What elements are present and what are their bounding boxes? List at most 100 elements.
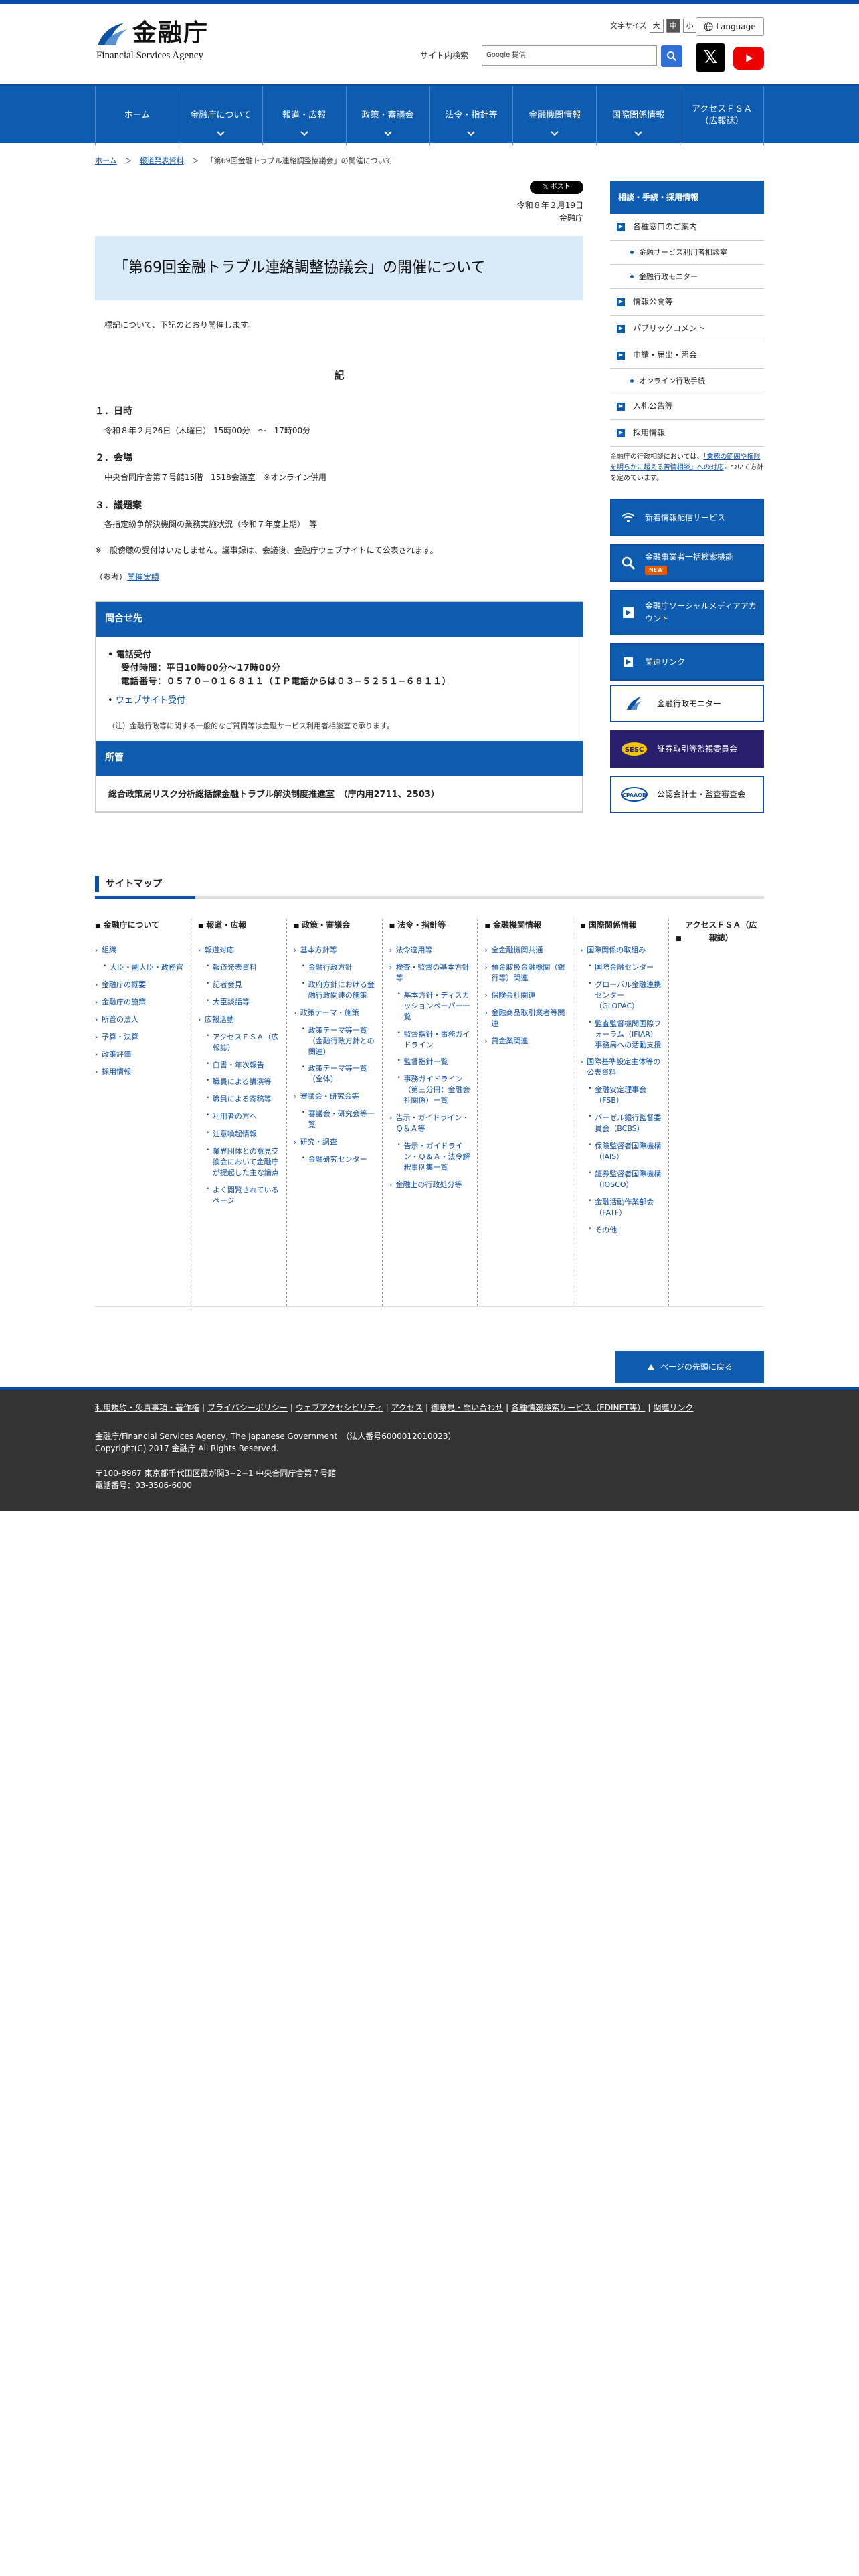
sitemap-link[interactable]: 業界団体との意見交換会において金融庁が提起した主な論点: [206, 1146, 281, 1178]
sitemap-link[interactable]: 政策テーマ等一覧（金融行政方針との関連）: [302, 1025, 377, 1057]
breadcrumb-press-releases[interactable]: 報道発表資料: [140, 156, 184, 165]
sitemap-link[interactable]: 記者会見: [206, 980, 281, 990]
sidebar-item[interactable]: 金融行政モニター: [610, 265, 764, 289]
font-size-medium-button[interactable]: 中: [666, 19, 680, 33]
footer-link[interactable]: 利用規約・免責事項・著作権: [95, 1402, 199, 1414]
gnav-item[interactable]: 金融庁について: [179, 86, 263, 145]
sitemap-link[interactable]: 金融活動作業部会（FATF）: [588, 1197, 663, 1218]
sitemap-link[interactable]: 審議会・研究会等: [294, 1091, 377, 1102]
sitemap-link[interactable]: グローバル金融連携センター（GLOPAC）: [588, 980, 663, 1012]
sitemap-link[interactable]: 政府方針における金融行政関連の施策: [302, 980, 377, 1001]
x-post-button[interactable]: 𝕏 ポスト: [530, 181, 583, 194]
sitemap-link[interactable]: 監査監督機関国際フォーラム（IFIAR）事務局への活動支援: [588, 1018, 663, 1051]
sitemap-link[interactable]: 金融商品取引業者等関連: [484, 1008, 567, 1029]
web-reception-link[interactable]: ウェブサイト受付: [116, 695, 185, 706]
sidebar-banner[interactable]: SESC 証券取引等監視委員会: [610, 730, 764, 768]
sitemap-link[interactable]: 報道対応: [198, 945, 281, 956]
sitemap-link[interactable]: 政策テーマ等一覧（全体）: [302, 1063, 377, 1085]
sitemap-link[interactable]: 保険監督者国際機構（IAIS）: [588, 1141, 663, 1162]
footer-link[interactable]: アクセス: [391, 1402, 423, 1414]
sitemap-link[interactable]: 職員による寄稿等: [206, 1094, 281, 1105]
sidebar-item[interactable]: ▶ 情報公開等: [610, 289, 764, 316]
sitemap-link[interactable]: 報道発表資料: [206, 962, 281, 973]
past-meetings-link[interactable]: 開催実績: [127, 572, 159, 582]
sitemap-link[interactable]: アクセスＦＳＡ（広報誌）: [206, 1032, 281, 1053]
sitemap-link[interactable]: その他: [588, 1225, 663, 1236]
font-size-small-button[interactable]: 小: [682, 19, 697, 33]
sitemap-link[interactable]: 大臣談話等: [206, 997, 281, 1008]
sitemap-link[interactable]: 全金融機関共通: [484, 945, 567, 956]
sitemap-link[interactable]: 政策評価: [95, 1049, 185, 1060]
gnav-item[interactable]: 国際関係情報: [597, 86, 681, 145]
sitemap-link[interactable]: 広報活動: [198, 1014, 281, 1025]
sitemap-link[interactable]: 注意喚起情報: [206, 1129, 281, 1140]
footer-link[interactable]: ウェブアクセシビリティ: [296, 1402, 383, 1414]
sitemap-link[interactable]: 国際関係の取組み: [580, 945, 663, 956]
sitemap-link[interactable]: 国際基準設定主体等の公表資料: [580, 1057, 663, 1078]
back-to-top-button[interactable]: ページの先頭に戻る: [615, 1351, 764, 1383]
sitemap-link[interactable]: 法令適用等: [389, 945, 472, 956]
sitemap-link[interactable]: 金融研究センター: [302, 1154, 377, 1165]
sitemap-column-heading[interactable]: ■アクセスＦＳＡ（広報誌）: [676, 919, 759, 944]
sitemap-link[interactable]: 証券監督者国際機構（IOSCO）: [588, 1169, 663, 1190]
gnav-item[interactable]: 法令・指針等: [430, 86, 514, 145]
sitemap-link[interactable]: 国際金融センター: [588, 962, 663, 973]
breadcrumb-home[interactable]: ホーム: [95, 156, 117, 165]
sitemap-link[interactable]: 金融行政方針: [302, 962, 377, 973]
sitemap-column-heading[interactable]: ■ 金融庁について: [95, 919, 185, 932]
sitemap-link[interactable]: 所管の法人: [95, 1014, 185, 1025]
fsa-logo[interactable]: 金融庁 Financial Services Agency: [95, 19, 229, 63]
youtube-button[interactable]: [733, 47, 764, 70]
sitemap-column-heading[interactable]: ■ 金融機関情報: [484, 919, 567, 932]
sitemap-link[interactable]: 基本方針等: [294, 945, 377, 956]
gnav-item[interactable]: 報道・広報: [263, 86, 347, 145]
sitemap-link[interactable]: 研究・調査: [294, 1137, 377, 1148]
sitemap-link[interactable]: 貸金業関連: [484, 1036, 567, 1047]
sidebar-banner[interactable]: 関連リンク: [610, 643, 764, 681]
sitemap-link[interactable]: 預金取扱金融機関（銀行等）関連: [484, 962, 567, 984]
sitemap-link[interactable]: 金融庁の施策: [95, 997, 185, 1008]
sidebar-item[interactable]: 金融サービス利用者相談室: [610, 241, 764, 265]
sidebar-banner[interactable]: 金融行政モニター: [610, 685, 764, 722]
sitemap-link[interactable]: 監督指針・事務ガイドライン: [397, 1029, 472, 1051]
sidebar-item[interactable]: ▶ 各種窓口のご案内: [610, 214, 764, 241]
sitemap-link[interactable]: 大臣・副大臣・政務官: [103, 962, 185, 973]
footer-link[interactable]: プライバシーポリシー: [207, 1402, 288, 1414]
sitemap-link[interactable]: 金融庁の概要: [95, 980, 185, 990]
x-social-button[interactable]: 𝕏: [696, 43, 725, 72]
sitemap-link[interactable]: 基本方針・ディスカッションペーパー一覧: [397, 990, 472, 1023]
footer-link[interactable]: 御意見・問い合わせ: [431, 1402, 503, 1414]
gnav-item[interactable]: 金融機関情報: [513, 86, 597, 145]
sitemap-link[interactable]: 審議会・研究会等一覧: [302, 1109, 377, 1130]
sitemap-column-heading[interactable]: ■ 報道・広報: [198, 919, 281, 932]
sitemap-column-heading[interactable]: ■ 政策・審議会: [294, 919, 377, 932]
gnav-item[interactable]: ホーム: [96, 86, 179, 145]
footer-link[interactable]: 各種情報検索サービス（EDINET等）: [511, 1402, 645, 1414]
gnav-item[interactable]: 政策・審議会: [347, 86, 430, 145]
sitemap-link[interactable]: 告示・ガイドライン・Ｑ＆Ａ・法令解釈事例集一覧: [397, 1141, 472, 1173]
sitemap-column-heading[interactable]: ■ 法令・指針等: [389, 919, 472, 932]
sitemap-column-heading[interactable]: ■ 国際関係情報: [580, 919, 663, 932]
sitemap-link[interactable]: 利用者の方へ: [206, 1111, 281, 1122]
sitemap-link[interactable]: 告示・ガイドライン・Ｑ＆Ａ等: [389, 1113, 472, 1134]
gnav-item[interactable]: アクセスＦＳＡ （広報誌）: [680, 86, 764, 145]
sidebar-item[interactable]: ▶ 申請・届出・照会: [610, 342, 764, 369]
sitemap-link[interactable]: 組織: [95, 945, 185, 956]
search-button[interactable]: [661, 45, 682, 67]
sitemap-link[interactable]: 政策テーマ・施策: [294, 1008, 377, 1018]
sitemap-link[interactable]: 監督指針一覧: [397, 1057, 472, 1067]
sitemap-link[interactable]: よく閲覧されているページ: [206, 1185, 281, 1206]
sidebar-item[interactable]: オンライン行政手続: [610, 369, 764, 393]
sitemap-link[interactable]: 金融安定理事会（FSB）: [588, 1085, 663, 1106]
sidebar-banner[interactable]: 金融事業者一括検索機能 NEW: [610, 544, 764, 582]
sidebar-banner[interactable]: 新着情報配信サービス: [610, 499, 764, 536]
footer-link[interactable]: 関連リンク: [653, 1402, 693, 1414]
sidebar-banner[interactable]: 金融庁ソーシャルメディアアカウント: [610, 590, 764, 635]
sitemap-link[interactable]: 金融上の行政処分等: [389, 1180, 472, 1190]
sitemap-link[interactable]: 保険会社関連: [484, 990, 567, 1001]
sitemap-link[interactable]: 採用情報: [95, 1067, 185, 1077]
sidebar-item[interactable]: ▶ パブリックコメント: [610, 316, 764, 342]
sitemap-link[interactable]: 白書・年次報告: [206, 1060, 281, 1071]
sidebar-item[interactable]: ▶ 採用情報: [610, 420, 764, 447]
sidebar-item[interactable]: ▶ 入札公告等: [610, 393, 764, 420]
